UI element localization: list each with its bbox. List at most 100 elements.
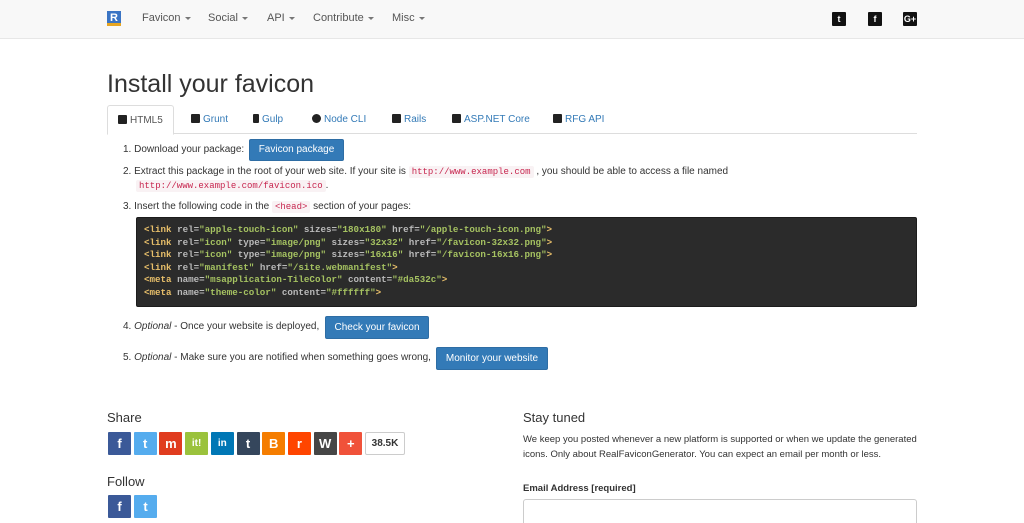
linkedin-share-icon[interactable]: in: [210, 432, 234, 455]
code-line: <link rel="icon" type="image/png" sizes=…: [144, 249, 909, 262]
twitter-share-icon[interactable]: t: [133, 432, 157, 455]
step-5-optional: Optional: [134, 352, 172, 363]
facebook-icon[interactable]: f: [868, 12, 882, 26]
rails-icon: [392, 114, 401, 123]
monitor-website-button[interactable]: Monitor your website: [436, 347, 548, 370]
gulp-icon: [253, 114, 259, 123]
tab-node-cli[interactable]: Node CLI: [302, 105, 376, 134]
nav-item-contribute[interactable]: Contribute: [313, 12, 374, 24]
step-4-number: 4.: [123, 321, 132, 332]
code-attr: rel=: [177, 249, 200, 261]
share-heading: Share: [107, 410, 142, 425]
nav-item-label: Social: [208, 12, 238, 24]
code-value: "image/png": [265, 236, 326, 248]
code-value: "16x16": [364, 249, 404, 261]
code-tag-close: >: [546, 249, 553, 261]
email-input[interactable]: [523, 499, 917, 523]
favicon-package-button[interactable]: Favicon package: [249, 139, 344, 161]
blogger-share-icon[interactable]: B: [262, 432, 286, 455]
wordpress-share-icon[interactable]: W: [313, 432, 337, 455]
step-2-line-2: http://www.example.com/favicon.ico.: [136, 179, 328, 193]
top-navbar: R Favicon Social API Contribute Misc t f…: [0, 0, 1024, 39]
step-5-description: - Make sure you are notified when someth…: [174, 352, 431, 363]
tab-rails[interactable]: Rails: [382, 105, 436, 134]
code-tag: <link: [144, 236, 172, 248]
code-value: "/apple-touch-icon.png": [419, 224, 547, 235]
tab-label: Grunt: [203, 114, 229, 125]
code-value: "/site.webmanifest": [287, 261, 393, 273]
code-attr: type=: [237, 236, 266, 248]
step-1-text: 1. Download your package:: [123, 144, 245, 155]
tab-grunt[interactable]: Grunt: [181, 105, 238, 134]
twitter-follow-icon[interactable]: t: [134, 495, 157, 518]
grunt-icon: [191, 114, 200, 123]
twitter-icon[interactable]: t: [832, 12, 846, 26]
step-4-text: 4. Optional - Once your website is deplo…: [123, 320, 319, 334]
step-2-text: 2. Extract this package in the root of y…: [123, 166, 406, 177]
code-value: "/favicon-16x16.png": [436, 249, 547, 261]
code-value: "theme-color": [204, 286, 277, 298]
tumblr-share-icon[interactable]: t: [236, 432, 260, 455]
step-2-text-cont: , you should be able to access a file na…: [536, 166, 729, 177]
follow-heading: Follow: [107, 474, 145, 489]
step-4-description: - Once your website is deployed,: [174, 321, 320, 332]
nav-item-api[interactable]: API: [267, 12, 295, 24]
step-3-text-b: section of your pages:: [313, 201, 412, 212]
code-attr: content=: [348, 274, 393, 286]
code-tag-close: >: [392, 261, 398, 273]
facebook-share-icon[interactable]: f: [108, 432, 131, 455]
tab-label: Rails: [404, 114, 427, 125]
tab-html5[interactable]: HTML5: [107, 105, 174, 135]
tab-aspnet-core[interactable]: ASP.NET Core: [442, 105, 540, 134]
tab-label: Node CLI: [324, 114, 367, 125]
code-attr: href=: [259, 261, 288, 273]
nav-item-misc[interactable]: Misc: [392, 12, 425, 24]
check-favicon-button[interactable]: Check your favicon: [325, 316, 429, 339]
code-tag: <link: [144, 261, 172, 273]
tab-gulp[interactable]: Gulp: [243, 105, 293, 134]
code-tag: <meta: [144, 274, 172, 286]
facebook-follow-icon[interactable]: f: [108, 495, 131, 518]
html-code-block[interactable]: <link rel="apple-touch-icon" sizes="180x…: [136, 217, 917, 307]
stay-tuned-text: We keep you posted whenever a new platfo…: [523, 434, 917, 460]
nav-item-favicon[interactable]: Favicon: [142, 12, 191, 24]
reddit-share-icon[interactable]: r: [287, 432, 311, 455]
tab-rfg-api[interactable]: RFG API: [543, 105, 614, 134]
code-value: "msapplication-TileColor": [204, 274, 343, 286]
google-plus-icon[interactable]: G+: [903, 12, 917, 26]
more-share-icon[interactable]: +: [339, 432, 363, 455]
mix-share-icon[interactable]: m: [159, 432, 183, 455]
tab-label: HTML5: [130, 115, 163, 126]
nav-item-label: API: [267, 12, 285, 24]
caret-down-icon: [367, 16, 374, 20]
page-title: Install your favicon: [107, 70, 315, 98]
nodejs-icon: [312, 114, 321, 123]
nav-item-label: Favicon: [142, 12, 181, 24]
windows-icon: [452, 114, 461, 123]
platform-tabs: HTML5 Grunt Gulp Node CLI Rails ASP.NET …: [107, 105, 917, 135]
code-line: <link rel="manifest" href="/site.webmani…: [144, 262, 909, 275]
caret-down-icon: [184, 16, 191, 20]
code-attr: rel=: [177, 236, 200, 248]
nav-item-social[interactable]: Social: [208, 12, 248, 24]
brand-logo[interactable]: R: [107, 11, 121, 26]
code-attr: type=: [237, 249, 266, 261]
tab-label: ASP.NET Core: [464, 114, 530, 125]
code-value: "180x180": [337, 224, 387, 235]
code-value: "/favicon-32x32.png": [436, 236, 547, 248]
code-attr: sizes=: [331, 249, 365, 261]
code-attr: name=: [177, 286, 205, 298]
step-4-optional: Optional: [134, 321, 172, 332]
code-attr: sizes=: [331, 236, 365, 248]
share-count: 38.5K: [365, 432, 405, 455]
scoopit-share-icon[interactable]: it!: [185, 432, 209, 455]
tab-label: RFG API: [565, 114, 605, 125]
code-tag-close: >: [546, 224, 553, 235]
nav-item-label: Contribute: [313, 12, 364, 24]
code-attr: sizes=: [303, 224, 338, 235]
example-site-url: http://www.example.com: [408, 166, 534, 178]
code-value: "#da532c": [392, 274, 442, 286]
code-tag: <link: [144, 249, 172, 261]
code-tag-close: >: [375, 286, 382, 298]
code-attr: href=: [408, 249, 437, 261]
